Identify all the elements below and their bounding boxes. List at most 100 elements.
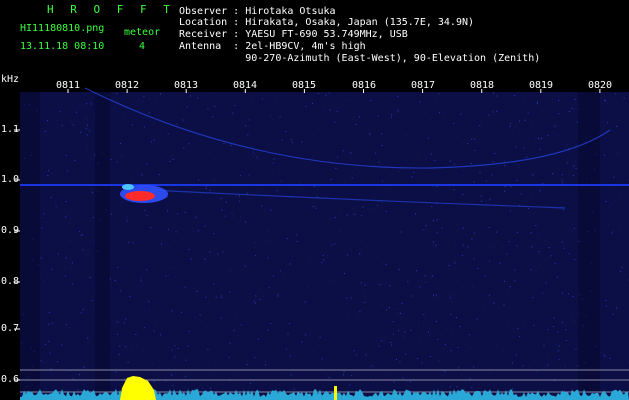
noise-speck (539, 214, 541, 216)
noise-speck (358, 196, 360, 198)
noise-speck (385, 210, 387, 212)
noise-speck (240, 216, 241, 218)
noise-speck (65, 370, 67, 372)
noise-speck (196, 224, 198, 226)
noise-speck (140, 100, 142, 102)
noise-speck (359, 171, 361, 173)
noise-speck (554, 126, 556, 128)
noise-speck (138, 373, 140, 375)
noise-speck (489, 198, 491, 200)
noise-speck (289, 355, 291, 357)
noise-speck (417, 159, 419, 161)
y-tick-label: 0.7 (1, 323, 20, 334)
noise-speck (451, 329, 453, 331)
noise-speck (439, 227, 441, 229)
noise-speck (467, 143, 469, 144)
noise-speck (312, 155, 313, 157)
noise-speck (571, 107, 573, 109)
noise-speck (383, 337, 385, 339)
noise-speck (322, 254, 324, 256)
noise-speck (220, 145, 222, 147)
noise-speck (476, 318, 478, 320)
noise-speck (77, 235, 79, 237)
noise-speck (618, 152, 620, 154)
noise-speck (90, 102, 92, 104)
noise-speck (504, 185, 506, 187)
noise-speck (318, 92, 319, 94)
noise-speck (564, 130, 565, 132)
noise-speck (44, 344, 46, 346)
noise-speck (229, 291, 231, 293)
noise-speck (208, 125, 210, 127)
noise-speck (183, 147, 185, 149)
noise-speck (471, 163, 473, 164)
noise-speck (276, 247, 278, 249)
noise-speck (172, 385, 174, 387)
noise-speck (238, 350, 240, 352)
noise-speck (211, 93, 213, 95)
noise-speck (80, 234, 82, 236)
noise-speck (492, 338, 494, 339)
noise-speck (562, 182, 564, 184)
noise-speck (388, 119, 390, 121)
noise-speck (503, 161, 505, 163)
noise-speck (88, 242, 90, 244)
noise-speck (151, 103, 153, 105)
noise-speck (536, 101, 538, 103)
noise-speck (397, 128, 399, 129)
noise-speck (397, 110, 399, 112)
noise-speck (308, 249, 310, 251)
noise-speck (246, 272, 247, 274)
noise-speck (267, 257, 269, 259)
noise-speck (370, 125, 372, 127)
noise-speck (343, 374, 344, 376)
noise-speck (171, 374, 172, 376)
noise-speck (514, 280, 516, 282)
noise-speck (65, 216, 66, 218)
noise-speck (477, 268, 479, 269)
noise-speck (145, 108, 147, 110)
noise-speck (357, 315, 359, 317)
noise-speck (524, 279, 526, 281)
noise-speck (268, 287, 270, 289)
noise-speck (188, 187, 190, 189)
noise-speck (497, 151, 499, 153)
noise-speck (462, 244, 464, 246)
noise-speck (157, 214, 159, 216)
noise-speck (277, 294, 279, 296)
noise-speck (561, 174, 563, 176)
noise-speck (382, 358, 384, 360)
noise-speck (257, 158, 259, 160)
noise-speck (450, 160, 451, 162)
noise-speck (219, 364, 221, 366)
noise-speck (493, 245, 495, 247)
noise-speck (503, 247, 504, 249)
noise-speck (89, 130, 91, 132)
noise-speck (292, 186, 294, 188)
noise-speck (71, 121, 73, 122)
noise-speck (435, 294, 437, 296)
noise-speck (155, 96, 156, 98)
noise-speck (312, 206, 314, 208)
noise-speck (65, 323, 67, 325)
noise-speck (279, 270, 281, 272)
noise-speck (327, 255, 328, 257)
noise-speck (382, 95, 383, 97)
noise-speck (230, 213, 232, 215)
noise-speck (224, 174, 226, 176)
noise-speck (468, 341, 470, 343)
noise-speck (119, 345, 121, 347)
noise-speck (393, 381, 395, 383)
noise-speck (131, 266, 133, 268)
x-tick-label: 0818 (470, 80, 495, 91)
noise-speck (396, 308, 398, 310)
noise-speck (520, 345, 522, 347)
noise-speck (493, 99, 495, 101)
noise-speck (605, 200, 607, 202)
noise-speck (223, 143, 225, 144)
noise-speck (572, 320, 574, 322)
noise-speck (502, 299, 504, 301)
noise-speck (92, 192, 93, 193)
noise-speck (400, 274, 402, 276)
noise-speck (473, 181, 475, 183)
